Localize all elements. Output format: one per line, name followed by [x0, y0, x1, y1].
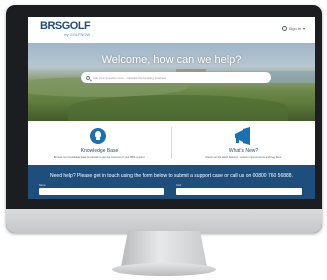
knowledge-base-card[interactable]: Knowledge Base Browse our knowledge base… [28, 121, 171, 165]
monitor-stand [121, 231, 207, 267]
monitor-chin [6, 209, 322, 233]
club-field-label: Club [176, 184, 182, 187]
support-band: Need help? Please get in touch using the… [28, 165, 315, 199]
screen: BRSGOLF by GOLFNOW Sign in ▾ Welcome, ho… [28, 17, 315, 199]
knowledge-base-title: Knowledge Base [80, 148, 119, 154]
lightbulb-icon [90, 128, 106, 144]
hero-fairway [68, 95, 288, 121]
logo-subtext: by GOLFNOW [64, 32, 91, 37]
hero-title: Welcome, how can we help? [101, 54, 242, 66]
search-icon [86, 75, 90, 80]
knowledge-base-description: Browse our knowledge base & tutorials to… [53, 156, 146, 159]
signin-link[interactable]: Sign in ▾ [281, 26, 305, 31]
bulb-shape [95, 131, 101, 138]
signin-label: Sign in [288, 26, 301, 31]
whats-new-card[interactable]: What's New? Check out the latest feature… [172, 121, 315, 165]
whats-new-description: Check out the latest features, system im… [205, 156, 282, 159]
name-field[interactable] [39, 188, 164, 195]
name-field-label: Name [39, 184, 46, 187]
monitor-base [112, 263, 216, 276]
logo-text: BRSGOLF [40, 20, 91, 32]
club-field[interactable] [176, 188, 302, 195]
bulb-base [96, 138, 100, 140]
site-header: BRSGOLF by GOLFNOW Sign in ▾ [28, 17, 315, 43]
support-text: Need help? Please get in touch using the… [50, 173, 293, 179]
search-input[interactable] [93, 74, 263, 81]
chevron-down-icon: ▾ [302, 26, 305, 31]
brs-golf-logo[interactable]: BRSGOLF by GOLFNOW [40, 20, 91, 38]
megaphone-icon [235, 127, 250, 145]
user-icon [281, 26, 287, 31]
whats-new-title: What's New? [228, 148, 259, 154]
feature-cards: Knowledge Base Browse our knowledge base… [28, 121, 315, 165]
monitor-frame: BRSGOLF by GOLFNOW Sign in ▾ Welcome, ho… [6, 5, 322, 233]
hero-banner: Welcome, how can we help? [28, 43, 315, 121]
search-bar[interactable] [81, 72, 271, 83]
